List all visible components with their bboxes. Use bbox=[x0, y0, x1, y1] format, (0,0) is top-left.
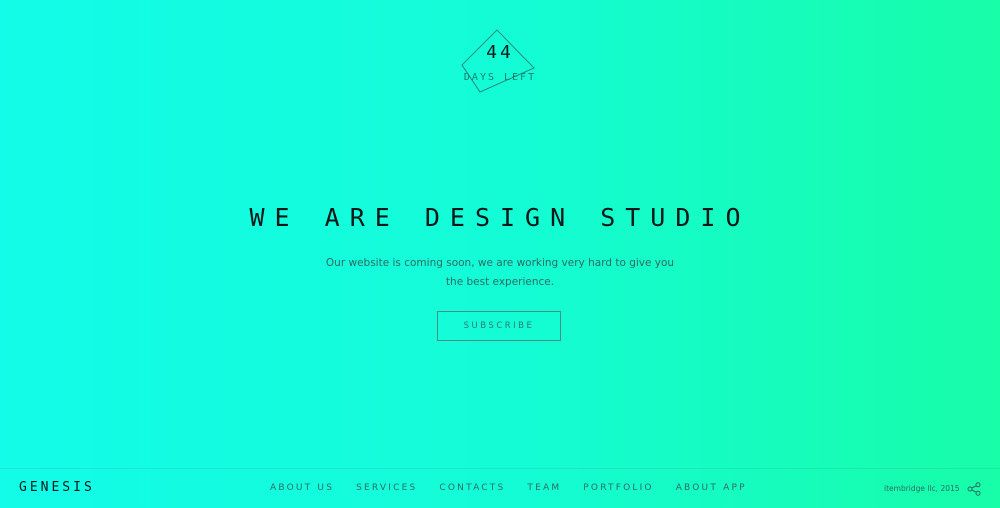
countdown-badge: 44 DAYS LEFT bbox=[460, 28, 540, 94]
nav-item-services[interactable]: SERVICES bbox=[356, 483, 417, 493]
countdown-number: 44 bbox=[486, 42, 514, 63]
footer: GENESIS ABOUT US SERVICES CONTACTS TEAM … bbox=[0, 468, 1000, 508]
nav-item-contacts[interactable]: CONTACTS bbox=[439, 483, 505, 493]
nav-item-portfolio[interactable]: PORTFOLIO bbox=[583, 483, 653, 493]
nav-item-about-app[interactable]: ABOUT APP bbox=[676, 483, 747, 493]
countdown-label: DAYS LEFT bbox=[463, 72, 537, 83]
nav-item-team[interactable]: TEAM bbox=[527, 483, 561, 493]
nav-item-about-us[interactable]: ABOUT US bbox=[270, 483, 334, 493]
footer-nav: ABOUT US SERVICES CONTACTS TEAM PORTFOLI… bbox=[270, 483, 769, 493]
share-icon[interactable] bbox=[967, 482, 981, 496]
copyright-text: itembridge llc, 2015 bbox=[884, 484, 960, 493]
hero-title: WE ARE DESIGN STUDIO bbox=[249, 203, 751, 232]
subscribe-button[interactable]: SUBSCRIBE bbox=[437, 311, 561, 341]
brand-logo[interactable]: GENESIS bbox=[19, 480, 95, 495]
hero-subtitle: Our website is coming soon, we are worki… bbox=[325, 257, 675, 288]
